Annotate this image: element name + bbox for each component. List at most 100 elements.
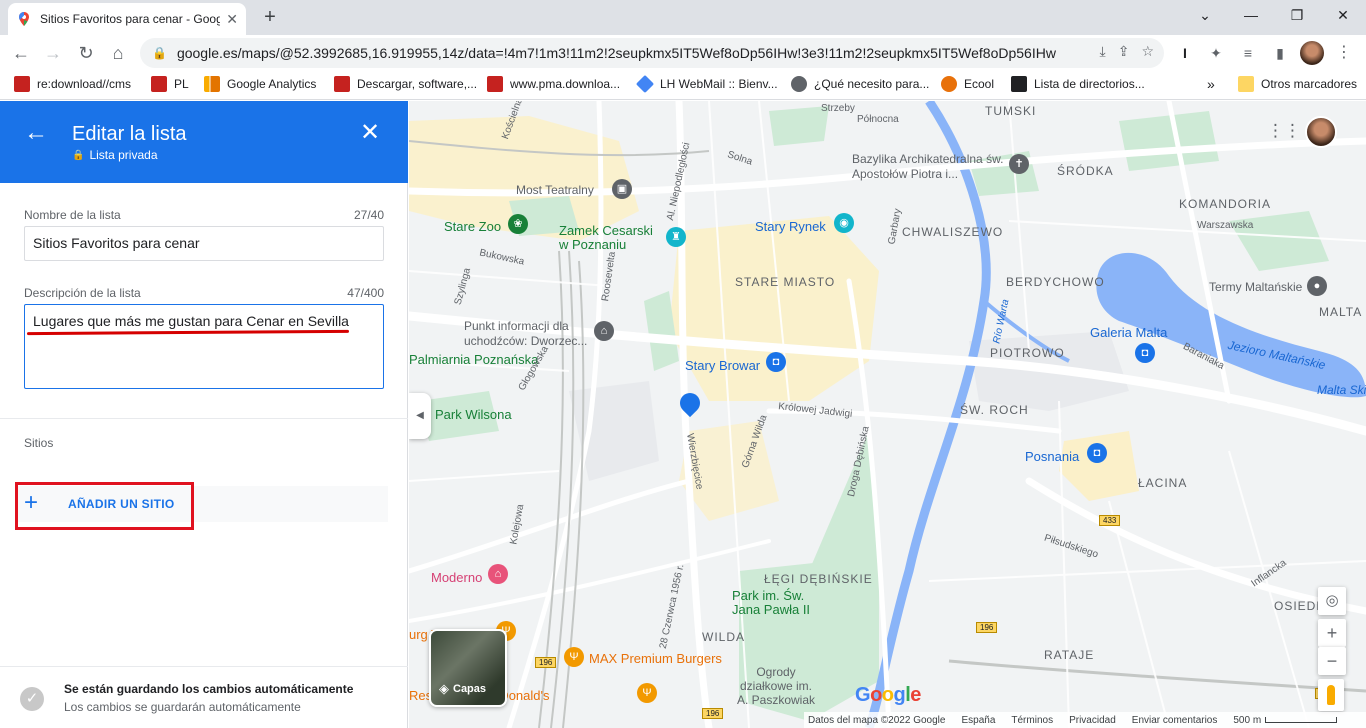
browser-tab[interactable]: Sitios Favoritos para cenar - Google ✕ — [8, 3, 246, 35]
collapse-panel-button[interactable]: ◀ — [409, 393, 431, 439]
bookmark-item[interactable]: Lista de directorios... — [1011, 76, 1145, 92]
bookmark-item[interactable]: Descargar, software,... — [334, 76, 477, 92]
close-icon[interactable]: ✕ — [360, 121, 380, 145]
restaurant-icon[interactable]: Ψ — [637, 683, 657, 703]
url-text[interactable]: google.es/maps/@52.3992685,16.919955,14z… — [177, 45, 1057, 61]
poi-termy-maltanskie[interactable]: Termy Maltańskie — [1209, 280, 1302, 294]
district-label: WILDA — [702, 630, 746, 644]
layers-icon: ◈ — [439, 681, 449, 696]
extension-i-icon[interactable]: I — [1175, 43, 1195, 63]
poi-galeria-malta[interactable]: Galeria Malta — [1090, 325, 1167, 340]
scale-control[interactable]: 500 m — [1233, 715, 1338, 726]
zoo-paw-icon[interactable]: ❀ — [508, 214, 528, 234]
layers-button[interactable]: ◈ Capas — [429, 629, 507, 707]
tab-search-chevron-icon[interactable]: ⌄ — [1182, 0, 1228, 30]
bookmark-item[interactable]: re:download//cms — [14, 76, 131, 92]
list-name-input[interactable]: Sitios Favoritos para cenar — [24, 226, 384, 261]
pegman-street-view-icon[interactable] — [1318, 679, 1344, 711]
zoom-out-button[interactable]: − — [1318, 647, 1346, 675]
share-icon[interactable]: ⇪ — [1118, 43, 1130, 60]
castle-icon[interactable]: ♜ — [666, 227, 686, 247]
browser-tab-strip: Sitios Favoritos para cenar - Google ✕ +… — [0, 0, 1366, 35]
bookmark-shield-icon — [487, 76, 503, 92]
profile-avatar[interactable] — [1300, 41, 1324, 65]
bookmark-shield-icon — [151, 76, 167, 92]
bookmark-item[interactable]: www.pma.downloa... — [487, 76, 620, 92]
poi-park-jp2[interactable]: Park im. Św. Jana Pawła II — [732, 589, 822, 617]
country-link[interactable]: España — [961, 715, 995, 726]
restaurant-icon[interactable]: Ψ — [564, 647, 584, 667]
poi-ogrody-dzialkowe[interactable]: Ogrody działkowe im. A. Paszkowiak — [736, 665, 816, 707]
install-app-icon[interactable]: ⤓ — [1100, 43, 1106, 60]
shopping-bag-icon[interactable]: ◘ — [1135, 343, 1155, 363]
poi-malta-ski[interactable]: Malta Ski — [1317, 383, 1366, 397]
camera-icon[interactable]: ◉ — [834, 213, 854, 233]
list-description-textarea[interactable]: Lugares que más me gustan para Cenar en … — [24, 304, 384, 389]
bookmark-item[interactable]: Google Analytics — [204, 76, 316, 92]
bookmark-star-icon[interactable]: ☆ — [1141, 43, 1154, 60]
poi-most-teatralny[interactable]: Most Teatralny — [516, 183, 594, 197]
poi-palmiarnia[interactable]: Palmiarnia Poznańska — [409, 352, 538, 367]
district-label: ŚW. ROCH — [960, 403, 1029, 417]
district-label: MALTA — [1319, 305, 1363, 319]
lock-icon[interactable]: 🔒 — [152, 46, 167, 60]
district-label: CHWALISZEWO — [902, 225, 1004, 239]
forward-icon[interactable]: → — [40, 40, 66, 66]
bookmark-item[interactable]: PL — [151, 76, 189, 92]
back-icon[interactable]: ← — [8, 40, 34, 66]
bookmarks-overflow-icon[interactable]: » — [1207, 76, 1215, 92]
autosave-subtitle: Los cambios se guardarán automáticamente — [64, 700, 301, 714]
extensions-puzzle-icon[interactable]: ✦ — [1206, 43, 1226, 63]
address-bar[interactable]: 🔒 google.es/maps/@52.3992685,16.919955,1… — [140, 38, 1164, 68]
poi-stare-zoo[interactable]: Stare Zoo — [444, 219, 501, 234]
landmark-icon[interactable]: ⌂ — [594, 321, 614, 341]
reload-icon[interactable]: ↻ — [73, 40, 99, 66]
bookmark-item[interactable]: ¿Qué necesito para... — [791, 76, 929, 92]
hotel-icon[interactable]: ⌂ — [488, 564, 508, 584]
my-location-icon[interactable]: ◎ — [1318, 587, 1346, 615]
divider — [0, 418, 408, 419]
panel-header: ← Editar la lista 🔒 Lista privada ✕ — [0, 101, 408, 183]
edit-list-panel: ← Editar la lista 🔒 Lista privada ✕ Nomb… — [0, 101, 408, 728]
district-label: KOMANDORIA — [1179, 197, 1272, 211]
new-tab-icon[interactable]: + — [258, 6, 282, 30]
bookmark-item[interactable]: LH WebMail :: Bienv... — [635, 74, 778, 94]
church-cross-icon[interactable]: ✝ — [1009, 154, 1029, 174]
restore-icon[interactable]: ❐ — [1274, 0, 1320, 30]
window-close-icon[interactable]: ✕ — [1320, 0, 1366, 30]
poi-moderno[interactable]: Moderno — [431, 570, 482, 585]
map-canvas[interactable]: STARE MIASTO CHWALISZEWO BERDYCHOWO PIOT… — [409, 101, 1366, 728]
poi-punkt-informacji[interactable]: Punkt informacji dla uchodźców: Dworzec.… — [464, 319, 599, 349]
side-panel-icon[interactable]: ▮ — [1270, 43, 1290, 63]
shopping-bag-icon[interactable]: ◘ — [1087, 443, 1107, 463]
back-arrow-icon[interactable]: ← — [24, 121, 48, 145]
poi-park-wilsona[interactable]: Park Wilsona — [435, 407, 512, 422]
privacy-link[interactable]: Privacidad — [1069, 715, 1116, 726]
poi-stary-browar[interactable]: Stary Browar — [685, 358, 760, 373]
home-icon[interactable]: ⌂ — [105, 40, 131, 66]
pin-icon[interactable]: ● — [1307, 276, 1327, 296]
poi-stary-rynek[interactable]: Stary Rynek — [755, 219, 826, 234]
district-label: TUMSKI — [985, 104, 1037, 118]
list-description-label: Descripción de la lista — [24, 286, 141, 300]
places-section-label: Sitios — [24, 436, 54, 450]
other-bookmarks[interactable]: Otros marcadores — [1238, 76, 1357, 92]
media-control-icon[interactable]: ≡ — [1238, 43, 1258, 63]
terms-link[interactable]: Términos — [1011, 715, 1053, 726]
tab-close-icon[interactable]: ✕ — [226, 11, 238, 28]
poi-bazylika[interactable]: Bazylika Archikatedralna św. Apostołów P… — [852, 152, 1007, 182]
bookmark-item[interactable]: Ecool — [941, 76, 994, 92]
send-feedback-link[interactable]: Enviar comentarios — [1132, 715, 1218, 726]
poi-max-burgers[interactable]: MAX Premium Burgers — [589, 651, 722, 666]
shopping-bag-icon[interactable]: ◘ — [766, 352, 786, 372]
road-number-sign: 196 — [535, 657, 557, 668]
poi-zamek-cesarski[interactable]: Zamek Cesarski w Poznaniu — [559, 224, 664, 252]
chrome-menu-icon[interactable]: ⋮ — [1334, 43, 1354, 63]
zoom-in-button[interactable]: + — [1318, 619, 1346, 647]
google-apps-icon[interactable]: ⋮⋮⋮ — [1267, 122, 1318, 140]
bridge-icon[interactable]: ▣ — [612, 179, 632, 199]
poi-posnania[interactable]: Posnania — [1025, 449, 1079, 464]
account-avatar[interactable] — [1305, 116, 1337, 148]
layers-label: Capas — [453, 683, 487, 695]
minimize-icon[interactable]: — — [1228, 0, 1274, 30]
